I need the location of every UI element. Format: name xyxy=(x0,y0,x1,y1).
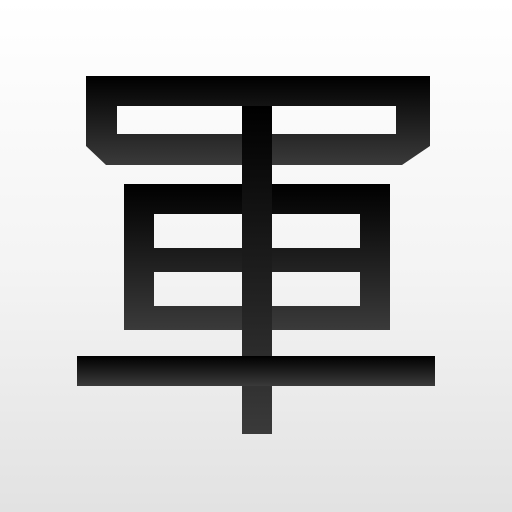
kanji-strokes xyxy=(77,76,435,434)
kanji-gun-icon xyxy=(77,76,435,434)
app-icon[interactable] xyxy=(0,0,512,512)
bottom-horizontal-stroke xyxy=(77,356,435,386)
